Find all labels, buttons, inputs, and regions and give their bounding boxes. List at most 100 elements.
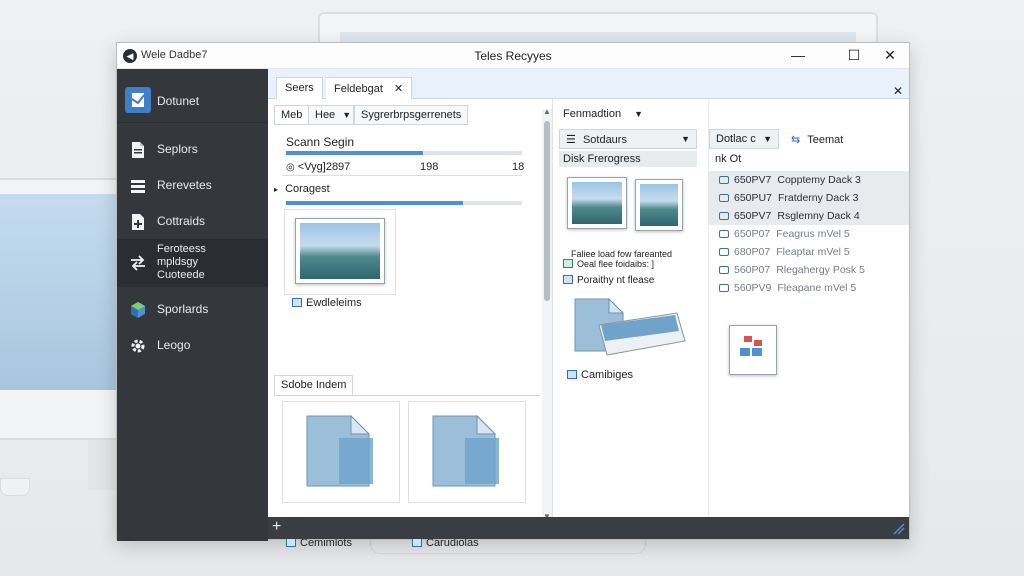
expand-icon: ▸ bbox=[274, 185, 279, 194]
background-left-stand bbox=[88, 440, 118, 490]
divider bbox=[282, 175, 522, 176]
list-item[interactable]: 560P07 Rlegahergy Posk 5 bbox=[709, 261, 909, 279]
filter-button[interactable]: ⇆ Teemat bbox=[791, 133, 843, 146]
tab-feldebgat[interactable]: Feldebgat ✕ bbox=[326, 77, 413, 99]
tab-seers[interactable]: Seers bbox=[276, 77, 323, 99]
cube-icon bbox=[129, 301, 147, 319]
folder-icon bbox=[719, 194, 729, 202]
list-item-id: 680P07 bbox=[734, 246, 771, 258]
list-item-label: Copptemy Dack 3 bbox=[777, 174, 861, 186]
scrollbar-thumb[interactable] bbox=[544, 121, 550, 301]
lock-icon bbox=[719, 266, 729, 274]
image-caption-text: Ewdleleims bbox=[306, 297, 362, 309]
doc-plus-icon bbox=[129, 213, 147, 231]
sidebar-item-transfers[interactable]: Feroteess mpldsgy Cuoteede bbox=[117, 239, 268, 287]
add-button[interactable]: + bbox=[272, 518, 281, 536]
resize-grip-icon[interactable] bbox=[891, 521, 905, 535]
folder-icon bbox=[563, 259, 573, 268]
filter-icon: ⇆ bbox=[791, 134, 801, 146]
sidebar-item-cottraids[interactable]: Cottraids bbox=[117, 203, 268, 241]
sidebar-item-label: Seplors bbox=[157, 142, 198, 156]
scan-label: Scann Segin bbox=[286, 135, 355, 149]
scroll-up-icon[interactable]: ▲ bbox=[543, 107, 551, 116]
card-cemimlots[interactable] bbox=[282, 401, 400, 503]
card-carudiolas[interactable] bbox=[408, 401, 526, 503]
list-item[interactable]: 680P07 Fleaptar mVel 5 bbox=[709, 243, 909, 261]
close-button[interactable]: ✕ bbox=[877, 45, 903, 65]
sidebar-item-label: Cottraids bbox=[157, 214, 206, 228]
document-icon bbox=[129, 141, 147, 159]
sidebar-item-leogo[interactable]: Leogo bbox=[117, 327, 268, 365]
scan-progress-fill bbox=[286, 151, 423, 155]
file-line: Poraithy nt flease bbox=[563, 275, 654, 286]
tab-close-icon[interactable]: ✕ bbox=[394, 83, 403, 95]
chart-icon bbox=[563, 275, 573, 284]
scan-row-value-1: 198 bbox=[420, 161, 439, 173]
list-dropdown[interactable]: Dotlac c ▼ bbox=[709, 129, 779, 149]
maximize-button[interactable]: ☐ bbox=[841, 45, 867, 65]
format-dropdown[interactable]: Fenmadtion ▼ bbox=[557, 105, 650, 125]
list-item[interactable]: 650PV7 Rsglemny Dack 4 bbox=[709, 207, 909, 225]
sidebar-item-dotunet[interactable]: Dotunet bbox=[117, 79, 268, 123]
image-thumbnail[interactable] bbox=[284, 209, 396, 295]
list-item[interactable]: 650PU7 Fratderny Dack 3 bbox=[709, 189, 909, 207]
list-item-label: Feagrus mVel 5 bbox=[776, 228, 850, 240]
section-tab-sdobe[interactable]: Sdobe Indem bbox=[274, 375, 354, 395]
image-file-icon bbox=[412, 538, 422, 547]
background-left-screen bbox=[0, 194, 118, 390]
chevron-down-icon: ▼ bbox=[634, 109, 644, 119]
stack-icon bbox=[129, 177, 147, 195]
sidebar-item-rerevetes[interactable]: Rerevetes bbox=[117, 167, 268, 205]
chevron-down-icon: ▼ bbox=[342, 110, 352, 120]
sidebar-item-label: Leogo bbox=[157, 338, 191, 352]
list-item-id: 560PV9 bbox=[734, 282, 772, 294]
scan-row-label: ◎ <Vyg]2897 bbox=[286, 161, 350, 173]
group-header[interactable]: ▸ Coragest bbox=[274, 183, 330, 195]
scrollbar[interactable]: ▲ ▼ bbox=[542, 107, 552, 521]
list-item[interactable]: 650P07 Feagrus mVel 5 bbox=[709, 225, 909, 243]
sidebar-item-sporlards[interactable]: Sporlards bbox=[117, 291, 268, 329]
tab-label: Feldebgat bbox=[334, 83, 383, 95]
subtab-meb[interactable]: Meb bbox=[274, 105, 310, 125]
image-caption: Ewdleleims bbox=[292, 297, 362, 309]
panel-close-icon[interactable]: ✕ bbox=[893, 84, 903, 98]
file-thumbnail[interactable] bbox=[729, 325, 777, 375]
chevron-down-icon: ▼ bbox=[681, 134, 690, 144]
subtab-sygrerbrpsgerrenets[interactable]: Sygrerbrpsgerrenets bbox=[354, 105, 469, 125]
subtab-hee[interactable]: Hee ▼ bbox=[308, 105, 354, 125]
eye-icon: ◎ bbox=[286, 162, 295, 173]
image-icon bbox=[567, 177, 627, 229]
image-icon bbox=[295, 218, 385, 284]
file-icon bbox=[306, 414, 373, 487]
list-item-label: Rsglemny Dack 4 bbox=[777, 210, 860, 222]
scan-pane: Meb Hee ▼ Sygrerbrpsgerrenets Scann Segi… bbox=[268, 99, 553, 549]
image-file-icon bbox=[292, 298, 302, 307]
tab-label: Seers bbox=[285, 82, 314, 94]
file-line: Oeal flee foidaibs: ] bbox=[563, 259, 654, 269]
list-item[interactable]: 650PV7 Copptemy Dack 3 bbox=[709, 171, 909, 189]
group-progress-bar bbox=[286, 201, 522, 205]
drive-caption: Camibiges bbox=[567, 369, 633, 381]
list-item[interactable]: 560PV9 Fleapane mVel 5 bbox=[709, 279, 909, 297]
disk-preview[interactable] bbox=[563, 167, 689, 253]
list-item-id: 650PV7 bbox=[734, 210, 772, 222]
scan-row-value-2: 18 bbox=[512, 161, 525, 173]
file-icon bbox=[432, 414, 499, 487]
list-item-label: Fleapane mVel 5 bbox=[777, 282, 857, 294]
title-bar: ◀ Wele Dadbe7 Teles Recyyes — ☐ ✕ bbox=[117, 43, 909, 69]
sidebar-item-seplors[interactable]: Seplors bbox=[117, 131, 268, 169]
drive-caption-text: Camibiges bbox=[581, 369, 633, 381]
subtab-label: Hee bbox=[315, 109, 336, 121]
sort-dropdown[interactable]: ☰ Sotdaurs ▼ bbox=[559, 129, 697, 149]
list-pane: Dotlac c ▼ ⇆ Teemat nk Ot 650PV7 Copptemy… bbox=[709, 99, 909, 517]
sort-dropdown-label: Sotdaurs bbox=[582, 134, 627, 146]
sort-icon: ☰ bbox=[566, 134, 576, 146]
minimize-button[interactable]: — bbox=[785, 45, 811, 65]
sidebar-item-label: Rerevetes bbox=[157, 178, 212, 192]
disk-header: Disk Frerogress bbox=[559, 151, 697, 167]
scan-progress-bar bbox=[286, 151, 522, 155]
list-item-id: 650PU7 bbox=[734, 192, 772, 204]
sidebar-item-label: Feroteess mpldsgy Cuoteede bbox=[157, 243, 206, 281]
sidebar: Dotunet Seplors Rerevetes Cottraids Fero… bbox=[117, 69, 268, 541]
image-file-icon bbox=[567, 370, 577, 379]
